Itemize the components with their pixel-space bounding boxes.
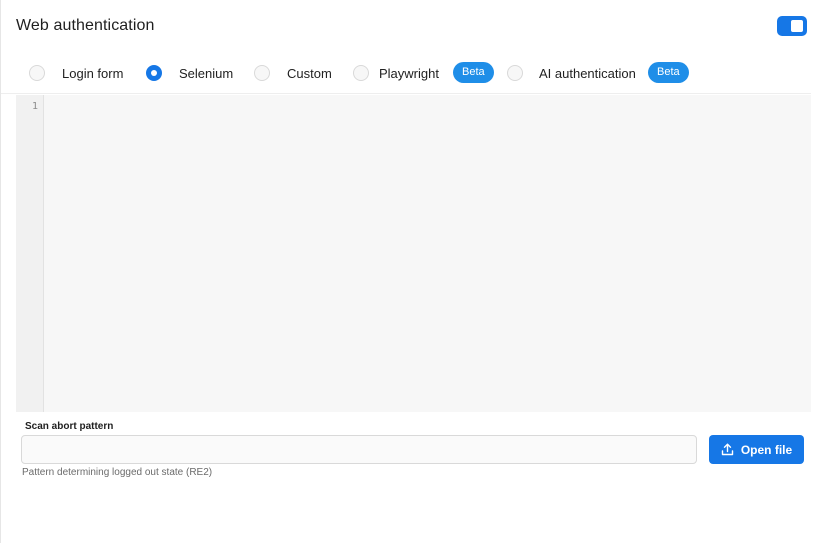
web-authentication-panel: Web authentication Login form Selenium C… <box>0 0 824 543</box>
radio-label: Playwright <box>379 65 439 81</box>
open-file-label: Open file <box>740 442 793 457</box>
scan-abort-pattern-input[interactable] <box>21 435 697 464</box>
radio-button[interactable] <box>353 65 369 81</box>
radio-label: Custom <box>287 65 332 81</box>
auth-method-radio-group: Login form Selenium Custom Playwright Be… <box>1 58 811 94</box>
radio-button[interactable] <box>146 65 162 81</box>
open-file-button[interactable]: Open file <box>709 435 804 464</box>
beta-badge: Beta <box>648 62 689 83</box>
radio-option-custom[interactable]: Custom <box>254 63 332 83</box>
script-editor[interactable]: 1 <box>16 95 811 412</box>
radio-button[interactable] <box>507 65 523 81</box>
web-authentication-toggle[interactable] <box>777 16 807 36</box>
page-title: Web authentication <box>16 17 155 34</box>
radio-button[interactable] <box>254 65 270 81</box>
radio-label: Login form <box>62 65 124 81</box>
toggle-knob <box>791 20 803 32</box>
scan-abort-pattern-label: Scan abort pattern <box>25 421 114 432</box>
radio-option-playwright[interactable]: Playwright <box>353 63 439 83</box>
radio-button[interactable] <box>29 65 45 81</box>
line-number-gutter: 1 <box>16 95 44 412</box>
beta-badge: Beta <box>453 62 494 83</box>
radio-option-ai-authentication[interactable]: AI authentication <box>507 63 636 83</box>
abort-pattern-help-text: Pattern determining logged out state (RE… <box>22 467 213 478</box>
radio-label: AI authentication <box>539 65 636 81</box>
line-number: 1 <box>31 101 38 112</box>
radio-option-login-form[interactable]: Login form <box>29 63 123 83</box>
radio-option-selenium[interactable]: Selenium <box>146 63 233 83</box>
upload-icon <box>721 443 734 456</box>
radio-label: Selenium <box>179 65 234 81</box>
